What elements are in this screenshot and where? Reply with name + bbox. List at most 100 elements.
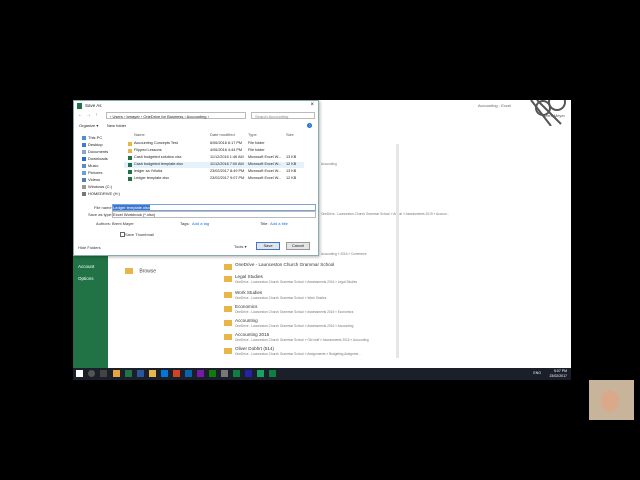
app-icon-5[interactable] xyxy=(269,370,276,377)
videos-icon xyxy=(82,178,86,182)
address-bar[interactable]: › Users › bmayer › OneDrive for Business… xyxy=(106,112,246,119)
title-input[interactable]: Add a title xyxy=(270,221,288,226)
dialog-title: Save As xyxy=(85,103,102,108)
search-input[interactable]: Search Accounting xyxy=(251,112,315,119)
recent-folder[interactable]: Accounting OneDrive - Launceston Church G… xyxy=(221,318,401,332)
excel-icon xyxy=(77,103,82,109)
tags-input[interactable]: Add a tag xyxy=(192,221,209,226)
file-name-label: File name: xyxy=(94,205,113,210)
clock[interactable]: 5:07 PM 23/02/2017 xyxy=(549,369,567,378)
nav-this-pc[interactable]: This PC xyxy=(88,135,102,140)
folder-icon xyxy=(224,320,232,326)
save-type-select[interactable]: Excel Workbook (*.xlsx) xyxy=(112,211,316,218)
navigation-pane: This PC Desktop Documents Downloads Musi… xyxy=(78,132,120,198)
close-icon[interactable]: × xyxy=(310,102,314,108)
up-icon[interactable]: ↑ xyxy=(95,112,98,118)
recent-folder[interactable]: Work Studies OneDrive - Launceston Church… xyxy=(221,290,401,304)
authors-label: Authors: xyxy=(96,221,111,226)
browse-label: Browse xyxy=(139,268,157,275)
app-icon[interactable] xyxy=(209,370,216,377)
file-row-selected[interactable]: Cash budgeted template.xlsx 11/12/2016 7:… xyxy=(124,162,304,168)
app-icon-3[interactable] xyxy=(245,370,252,377)
dialog-toolbar: Organize ▾ New folder ? xyxy=(77,123,317,130)
thumbnail-label: Save Thumbnail xyxy=(125,232,154,237)
help-icon[interactable]: ? xyxy=(307,123,312,128)
presenter-face xyxy=(601,390,619,412)
app-icon-2[interactable] xyxy=(221,370,228,377)
new-folder-button[interactable]: New folder xyxy=(107,123,126,128)
file-row[interactable]: Cash budgeted solution.xlsx 11/12/2016 1:… xyxy=(124,155,304,161)
tags-label: Tags: xyxy=(180,221,190,226)
app-icon-4[interactable] xyxy=(257,370,264,377)
pictures-icon xyxy=(82,171,86,175)
browse-button[interactable]: Browse xyxy=(125,268,156,274)
store-icon[interactable] xyxy=(161,370,168,377)
title-label: Title: xyxy=(260,221,269,226)
cancel-button[interactable]: Cancel xyxy=(286,242,310,250)
nav-videos[interactable]: Videos xyxy=(88,177,100,182)
recent-folder[interactable]: Legal Studies OneDrive - Launceston Churc… xyxy=(221,274,401,288)
col-date[interactable]: Date modified xyxy=(210,132,235,137)
recent-folder[interactable]: Oliver Dobhrt (514) OneDrive - Launceston… xyxy=(221,346,401,360)
pc-icon xyxy=(82,136,86,140)
user-name[interactable]: Brent Meyer xyxy=(543,113,565,118)
webcam-overlay xyxy=(589,380,634,420)
hide-folders-button[interactable]: Hide Folders xyxy=(78,245,101,250)
powerpoint-icon[interactable] xyxy=(173,370,180,377)
authors-value[interactable]: Brent Mayer xyxy=(112,221,134,226)
chrome-icon[interactable] xyxy=(113,370,120,377)
save-button[interactable]: Save xyxy=(256,242,280,250)
nav-homedrive[interactable]: HOMEDRIVE (H:) xyxy=(88,191,120,196)
language-indicator[interactable]: ENG xyxy=(533,371,541,375)
file-list: Name Date modified Type Size Accounting … xyxy=(124,132,304,198)
task-view-icon[interactable] xyxy=(100,370,107,377)
network-drive-icon xyxy=(82,192,86,196)
file-row[interactable]: ledger sa Yrllutia 23/02/2017 8:49 PM Micr… xyxy=(124,169,304,175)
nav-music[interactable]: Music xyxy=(88,163,98,168)
nav-downloads[interactable]: Downloads xyxy=(88,156,108,161)
back-icon[interactable]: ← xyxy=(78,112,83,118)
nav-desktop[interactable]: Desktop xyxy=(88,142,103,147)
folder-icon xyxy=(224,292,232,298)
col-type[interactable]: Type xyxy=(248,132,257,137)
forward-icon[interactable]: → xyxy=(86,112,91,118)
word-icon[interactable] xyxy=(137,370,144,377)
file-row[interactable]: Accounting Concepts Test 6/06/2016 6:17 P… xyxy=(124,141,304,147)
folder-icon xyxy=(224,334,232,340)
folder-icon xyxy=(224,306,232,312)
recent-folder[interactable]: Economics OneDrive - Launceston Church Gr… xyxy=(221,304,401,318)
nav-options[interactable]: Options xyxy=(78,276,94,281)
col-name[interactable]: Name xyxy=(134,132,145,137)
documents-icon xyxy=(82,150,86,154)
nav-account[interactable]: Account xyxy=(78,264,94,269)
music-icon xyxy=(82,164,86,168)
scrollbar[interactable] xyxy=(396,144,399,358)
camtasia-icon[interactable] xyxy=(233,370,240,377)
explorer-icon[interactable] xyxy=(149,370,156,377)
folder-icon xyxy=(224,276,232,282)
folder-icon xyxy=(224,348,232,354)
excel-taskbar-icon[interactable] xyxy=(125,370,132,377)
folder-icon xyxy=(224,264,232,270)
drive-icon xyxy=(82,185,86,189)
onenote-icon[interactable] xyxy=(197,370,204,377)
file-name-input[interactable]: Ledger template.xlsx xyxy=(112,204,316,211)
recent-folder[interactable]: Accounting 2015 OneDrive - Launceston Chu… xyxy=(221,332,401,346)
dialog-title-bar: Save As × xyxy=(74,101,318,111)
nav-documents[interactable]: Documents xyxy=(88,149,108,154)
nav-pictures[interactable]: Pictures xyxy=(88,170,102,175)
organize-button[interactable]: Organize ▾ xyxy=(79,123,98,128)
excel-file-icon xyxy=(128,156,132,160)
col-size[interactable]: Size xyxy=(286,132,294,137)
search-icon[interactable] xyxy=(88,370,95,377)
excel-file-icon xyxy=(128,177,132,181)
folder-icon xyxy=(125,268,133,274)
nav-windows-c[interactable]: Windows (C:) xyxy=(88,184,112,189)
file-row[interactable]: Flipped Lessons 4/06/2016 4:44 PM File fol… xyxy=(124,148,304,154)
outlook-icon[interactable] xyxy=(185,370,192,377)
taskbar: ENG 5:07 PM 23/02/2017 xyxy=(73,368,571,380)
start-icon[interactable] xyxy=(76,370,83,377)
file-row[interactable]: Ledger template.xlsx 23/02/2017 9:07 PM Mi… xyxy=(124,176,304,182)
tools-button[interactable]: Tools ▾ xyxy=(234,244,246,249)
save-type-label: Save as type: xyxy=(88,212,113,217)
